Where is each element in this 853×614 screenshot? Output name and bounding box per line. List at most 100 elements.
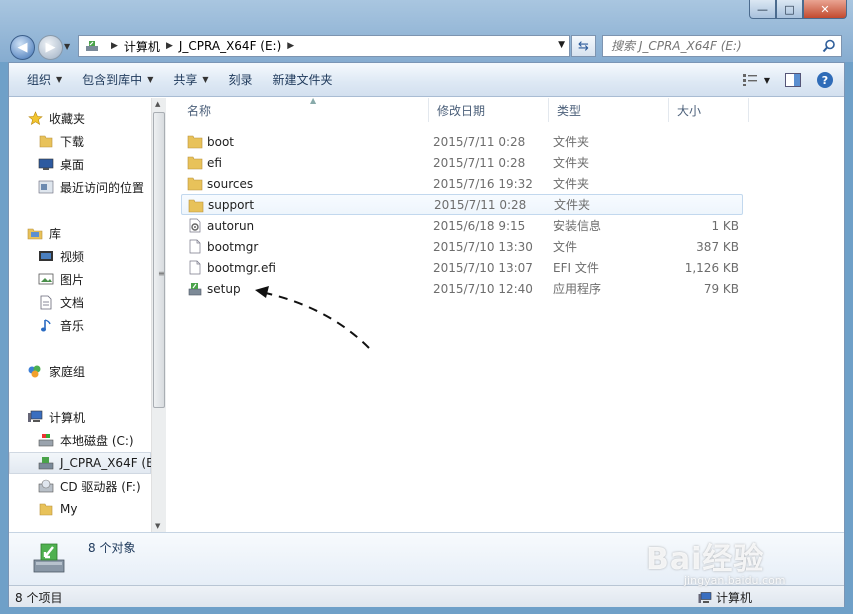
file-name: bootmgr — [207, 239, 259, 254]
file-name: bootmgr.efi — [207, 260, 276, 275]
nav-recent-places[interactable]: 最近访问的位置 — [38, 176, 144, 198]
video-icon — [38, 248, 54, 264]
nav-desktop[interactable]: 桌面 — [38, 153, 84, 175]
new-folder-button[interactable]: 新建文件夹 — [263, 63, 343, 97]
breadcrumb-drive[interactable]: J_CPRA_X64F (E:) — [179, 39, 281, 53]
file-date: 2015/6/18 9:15 — [433, 218, 526, 233]
breadcrumb-computer[interactable]: 计算机 — [124, 38, 160, 55]
maximize-button[interactable]: □ — [776, 0, 803, 19]
file-size: 387 KB — [696, 239, 739, 254]
nav-local-disk-c-label: 本地磁盘 (C:) — [60, 433, 134, 448]
nav-homegroup-label: 家庭组 — [49, 364, 86, 379]
help-button[interactable]: ? — [814, 69, 836, 91]
file-icon — [189, 260, 201, 275]
nav-videos[interactable]: 视频 — [38, 245, 84, 267]
chevron-down-icon: ▼ — [202, 75, 209, 84]
column-header-date[interactable]: 修改日期 — [429, 98, 549, 122]
file-type: 应用程序 — [553, 282, 602, 296]
search-icon[interactable] — [822, 39, 836, 53]
file-type: 文件夹 — [553, 177, 590, 191]
address-dropdown-icon[interactable]: ▼ — [558, 40, 565, 50]
file-date: 2015/7/11 0:28 — [433, 155, 526, 170]
column-name-label: 名称 — [187, 103, 212, 118]
file-icon — [189, 239, 201, 254]
include-in-library-button[interactable]: 包含到库中 ▼ — [72, 63, 163, 97]
change-view-button[interactable]: ▼ — [740, 69, 772, 91]
file-row-autorun[interactable]: autorun 2015/6/18 9:15 安装信息 1 KB — [181, 215, 743, 236]
burn-label: 刻录 — [228, 73, 253, 87]
search-input[interactable] — [611, 39, 811, 53]
file-name: efi — [207, 155, 222, 170]
status-location: 计算机 — [698, 589, 752, 606]
breadcrumb: ▶ 计算机 ▶ J_CPRA_X64F (E:) ▶ — [105, 38, 300, 55]
file-date: 2015/7/10 13:30 — [433, 239, 533, 254]
nav-libraries[interactable]: 库 — [27, 222, 61, 244]
share-button[interactable]: 共享 ▼ — [163, 63, 218, 97]
close-button[interactable]: ✕ — [803, 0, 847, 19]
back-button[interactable]: ◀ — [10, 35, 35, 60]
nav-videos-label: 视频 — [60, 249, 85, 264]
recent-pages-dropdown-icon[interactable]: ▼ — [64, 42, 70, 51]
file-date: 2015/7/10 12:40 — [433, 281, 533, 296]
chevron-down-icon[interactable]: ▼ — [764, 76, 770, 85]
scrollbar-thumb[interactable]: ≡ — [153, 112, 165, 408]
nav-pictures[interactable]: 图片 — [38, 268, 84, 290]
nav-homegroup[interactable]: 家庭组 — [27, 360, 85, 382]
file-name: support — [208, 197, 255, 212]
new-folder-label: 新建文件夹 — [272, 73, 333, 87]
nav-favorites[interactable]: 收藏夹 — [27, 107, 85, 129]
column-header-type[interactable]: 类型 — [549, 98, 669, 122]
nav-libraries-label: 库 — [49, 226, 62, 241]
nav-local-disk-c[interactable]: 本地磁盘 (C:) — [38, 429, 134, 451]
search-box[interactable] — [602, 35, 842, 57]
address-bar[interactable]: ▶ 计算机 ▶ J_CPRA_X64F (E:) ▶ ▼ — [78, 35, 570, 57]
burn-button[interactable]: 刻录 — [219, 63, 263, 97]
forward-button[interactable]: ▶ — [38, 35, 63, 60]
folder-icon — [38, 501, 54, 517]
breadcrumb-chevron-icon[interactable]: ▶ — [166, 41, 173, 51]
scroll-up-icon[interactable]: ▲ — [155, 100, 160, 108]
scroll-down-icon[interactable]: ▼ — [155, 522, 160, 530]
file-date: 2015/7/11 0:28 — [433, 134, 526, 149]
library-icon — [27, 225, 43, 241]
folder-icon — [187, 135, 203, 149]
nav-downloads-label: 下载 — [60, 134, 85, 149]
organize-button[interactable]: 组织 ▼ — [17, 63, 72, 97]
minimize-button[interactable]: — — [749, 0, 776, 19]
column-header-size[interactable]: 大小 — [669, 98, 749, 122]
column-date-label: 修改日期 — [437, 103, 486, 118]
file-row-bootmgr-efi[interactable]: bootmgr.efi 2015/7/10 13:07 EFI 文件 1,126… — [181, 257, 743, 278]
column-header-name[interactable]: 名称 ▲ — [179, 96, 429, 122]
svg-text:?: ? — [822, 74, 828, 87]
nav-documents[interactable]: 文档 — [38, 291, 84, 313]
nav-scrollbar[interactable]: ▲ ≡ ▼ — [151, 98, 166, 532]
desktop-icon — [38, 156, 54, 172]
nav-cd-drive-f[interactable]: CD 驱动器 (F:) — [38, 475, 141, 497]
annotation-arrow-icon — [255, 286, 370, 349]
nav-my-folder[interactable]: My — [38, 498, 77, 520]
file-list: 名称 ▲ 修改日期 类型 大小 boot 2015/7/11 0:28 文件夹 … — [167, 96, 844, 532]
file-row-support[interactable]: support 2015/7/11 0:28 文件夹 — [181, 194, 743, 215]
refresh-button[interactable]: ⇆ — [571, 35, 596, 57]
nav-computer[interactable]: 计算机 — [27, 406, 85, 428]
file-type: 文件夹 — [553, 156, 590, 170]
star-icon — [27, 110, 43, 126]
folder-icon — [188, 199, 204, 213]
breadcrumb-chevron-icon[interactable]: ▶ — [111, 41, 118, 51]
status-bar: 8 个项目 计算机 — [9, 585, 844, 607]
nav-downloads[interactable]: 下载 — [38, 130, 84, 152]
file-row-efi[interactable]: efi 2015/7/11 0:28 文件夹 — [181, 152, 743, 173]
sort-ascending-icon: ▲ — [310, 96, 317, 105]
file-row-bootmgr[interactable]: bootmgr 2015/7/10 13:30 文件 387 KB — [181, 236, 743, 257]
file-row-boot[interactable]: boot 2015/7/11 0:28 文件夹 — [181, 131, 743, 152]
file-date: 2015/7/11 0:28 — [434, 197, 527, 212]
preview-pane-button[interactable] — [782, 69, 804, 91]
nav-music[interactable]: 音乐 — [38, 314, 84, 336]
help-icon: ? — [817, 72, 833, 88]
file-size: 1 KB — [711, 218, 739, 233]
column-size-label: 大小 — [677, 103, 702, 118]
explorer-window: 组织 ▼ 包含到库中 ▼ 共享 ▼ 刻录 新建文件夹 ▼ ? 收藏夹 下载 桌面… — [8, 62, 845, 607]
breadcrumb-chevron-icon[interactable]: ▶ — [287, 41, 294, 51]
file-row-sources[interactable]: sources 2015/7/16 19:32 文件夹 — [181, 173, 743, 194]
nav-usb-drive-e[interactable]: J_CPRA_X64F (E — [9, 452, 154, 474]
